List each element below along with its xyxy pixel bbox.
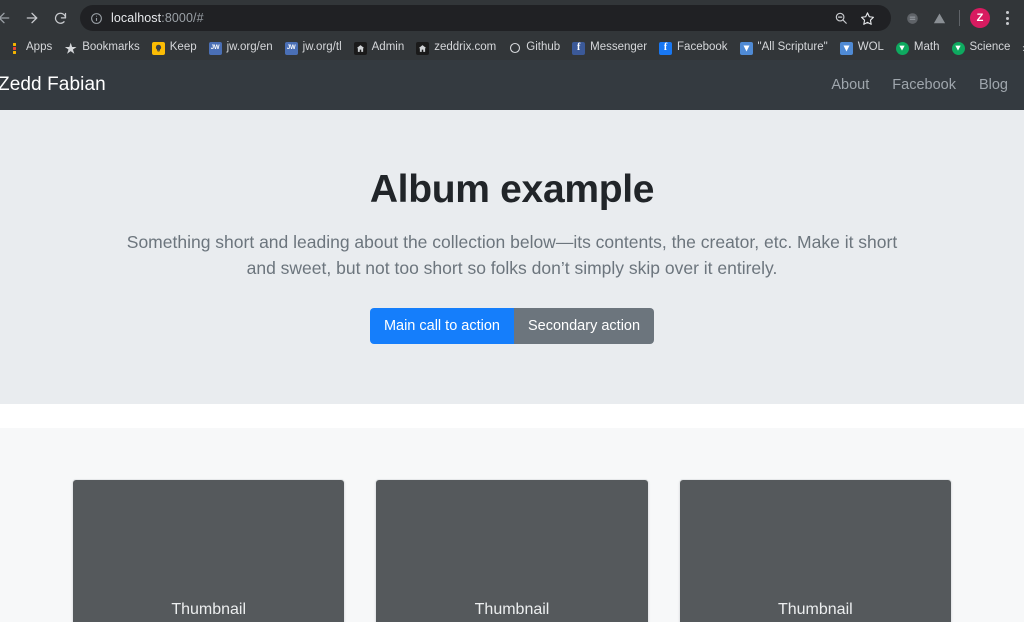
hero-section: Album example Something short and leadin… xyxy=(0,110,1024,405)
toolbar-right-icons: Z xyxy=(899,5,1018,31)
profile-avatar[interactable]: Z xyxy=(967,5,993,31)
bookmark-admin[interactable]: Admin xyxy=(348,38,411,58)
bookmark-label: Science xyxy=(969,41,1011,54)
navlink-facebook[interactable]: Facebook xyxy=(892,77,956,93)
toolbar-divider xyxy=(959,10,960,26)
extension-icon[interactable] xyxy=(899,5,925,31)
bookmarks-bar: Apps ★ Bookmarks Keep JW jw.org/en JW jw… xyxy=(0,36,1024,60)
bookmarks-overflow-button[interactable]: » xyxy=(1016,42,1024,54)
bookmark-github[interactable]: Github xyxy=(502,38,566,58)
google-drive-icon[interactable] xyxy=(926,5,952,31)
google-keep-icon xyxy=(151,41,165,55)
bookmark-keep[interactable]: Keep xyxy=(146,38,203,58)
bookmark-label: Messenger xyxy=(590,41,648,54)
navlink-about[interactable]: About xyxy=(831,77,869,93)
page-title: Album example xyxy=(369,168,655,211)
card-thumbnail: Thumbnail xyxy=(679,480,951,622)
green-badge-icon xyxy=(951,41,965,55)
bookmark-label: Facebook xyxy=(677,41,728,54)
bookmark-label: "All Scripture" xyxy=(757,41,828,54)
bookmark-label: Github xyxy=(526,41,561,54)
bookmark-label: WOL xyxy=(857,41,884,54)
url-path: :8000/# xyxy=(161,11,204,25)
hero-lead-text: Something short and leading about the co… xyxy=(126,232,898,278)
section-spacer xyxy=(0,404,1024,429)
watchtower-icon xyxy=(839,41,853,55)
facebook-icon: f xyxy=(659,41,673,55)
kebab-menu-icon[interactable] xyxy=(996,6,1018,30)
jw-icon: JW xyxy=(208,41,222,55)
info-circle-icon[interactable] xyxy=(90,12,103,25)
main-call-to-action-button[interactable]: Main call to action xyxy=(369,307,514,345)
hero-actions: Main call to action Secondary action xyxy=(0,307,1024,345)
bookmark-label: Keep xyxy=(169,41,197,54)
bookmark-wol[interactable]: WOL xyxy=(834,38,890,58)
navbar-brand[interactable]: Zedd Fabian xyxy=(0,74,106,96)
secondary-action-button[interactable]: Secondary action xyxy=(514,307,655,345)
browser-chrome: localhost:8000/# Z Apps ★ Bookmarks Keep… xyxy=(0,0,1024,60)
bookmark-label: jw.org/tl xyxy=(302,41,342,54)
url-text: localhost:8000/# xyxy=(111,11,204,25)
jw-icon: JW xyxy=(284,41,298,55)
arrow-left-icon xyxy=(0,12,10,24)
bookmark-label: Math xyxy=(913,41,940,54)
site-navbar: Zedd Fabian About Facebook Blog xyxy=(0,60,1024,110)
bookmark-label: Apps xyxy=(26,41,53,54)
bookmark-zeddrix-com[interactable]: zeddrix.com xyxy=(410,38,502,58)
bookmark-jw-org-en[interactable]: JW jw.org/en xyxy=(203,38,279,58)
green-badge-icon xyxy=(895,41,909,55)
bookmark-label: Bookmarks xyxy=(82,41,140,54)
navbar-links: About Facebook Blog xyxy=(831,77,1008,93)
apps-grid-icon xyxy=(8,42,21,55)
album-card-row: Thumbnail Thumbnail Thumbnail xyxy=(0,479,1024,622)
navlink-blog[interactable]: Blog xyxy=(979,77,1008,93)
address-bar[interactable]: localhost:8000/# xyxy=(80,5,891,31)
browser-toolbar: localhost:8000/# Z xyxy=(0,0,1024,36)
house-icon xyxy=(416,41,430,55)
bookmark-math[interactable]: Math xyxy=(890,38,946,58)
bookmark-all-scripture[interactable]: "All Scripture" xyxy=(734,38,834,58)
album-section: Thumbnail Thumbnail Thumbnail xyxy=(0,428,1024,622)
page-content: Zedd Fabian About Facebook Blog Album ex… xyxy=(0,60,1024,622)
navigation-buttons xyxy=(0,4,74,32)
bookmark-science[interactable]: Science xyxy=(946,38,1017,58)
zoom-search-icon[interactable] xyxy=(829,6,853,30)
bookmark-jw-org-tl[interactable]: JW jw.org/tl xyxy=(279,38,348,58)
album-card[interactable]: Thumbnail xyxy=(678,479,952,622)
bookmark-label: Admin xyxy=(371,41,405,54)
reload-icon xyxy=(54,12,66,24)
messenger-icon: f xyxy=(572,41,586,55)
bookmark-label: zeddrix.com xyxy=(434,41,497,54)
arrow-right-icon xyxy=(26,12,38,24)
avatar-letter: Z xyxy=(970,8,990,28)
album-card[interactable]: Thumbnail xyxy=(72,479,346,622)
bookmark-facebook[interactable]: f Facebook xyxy=(653,38,734,58)
back-button[interactable] xyxy=(0,4,18,32)
bookmark-label: jw.org/en xyxy=(226,41,273,54)
watchtower-icon xyxy=(739,41,753,55)
bookmark-messenger[interactable]: f Messenger xyxy=(566,38,653,58)
reload-button[interactable] xyxy=(46,4,74,32)
card-thumbnail: Thumbnail xyxy=(376,480,648,622)
bookmark-apps[interactable]: Apps xyxy=(2,38,58,58)
house-icon xyxy=(353,41,367,55)
forward-button[interactable] xyxy=(18,4,46,32)
album-card[interactable]: Thumbnail xyxy=(375,479,649,622)
star-icon: ★ xyxy=(64,41,77,55)
bookmark-star-icon[interactable] xyxy=(855,6,879,30)
bookmark-bookmarks[interactable]: ★ Bookmarks xyxy=(58,38,146,58)
omnibox-actions xyxy=(829,6,881,30)
github-icon xyxy=(508,42,521,55)
card-thumbnail: Thumbnail xyxy=(73,480,345,622)
url-host: localhost xyxy=(111,11,162,25)
